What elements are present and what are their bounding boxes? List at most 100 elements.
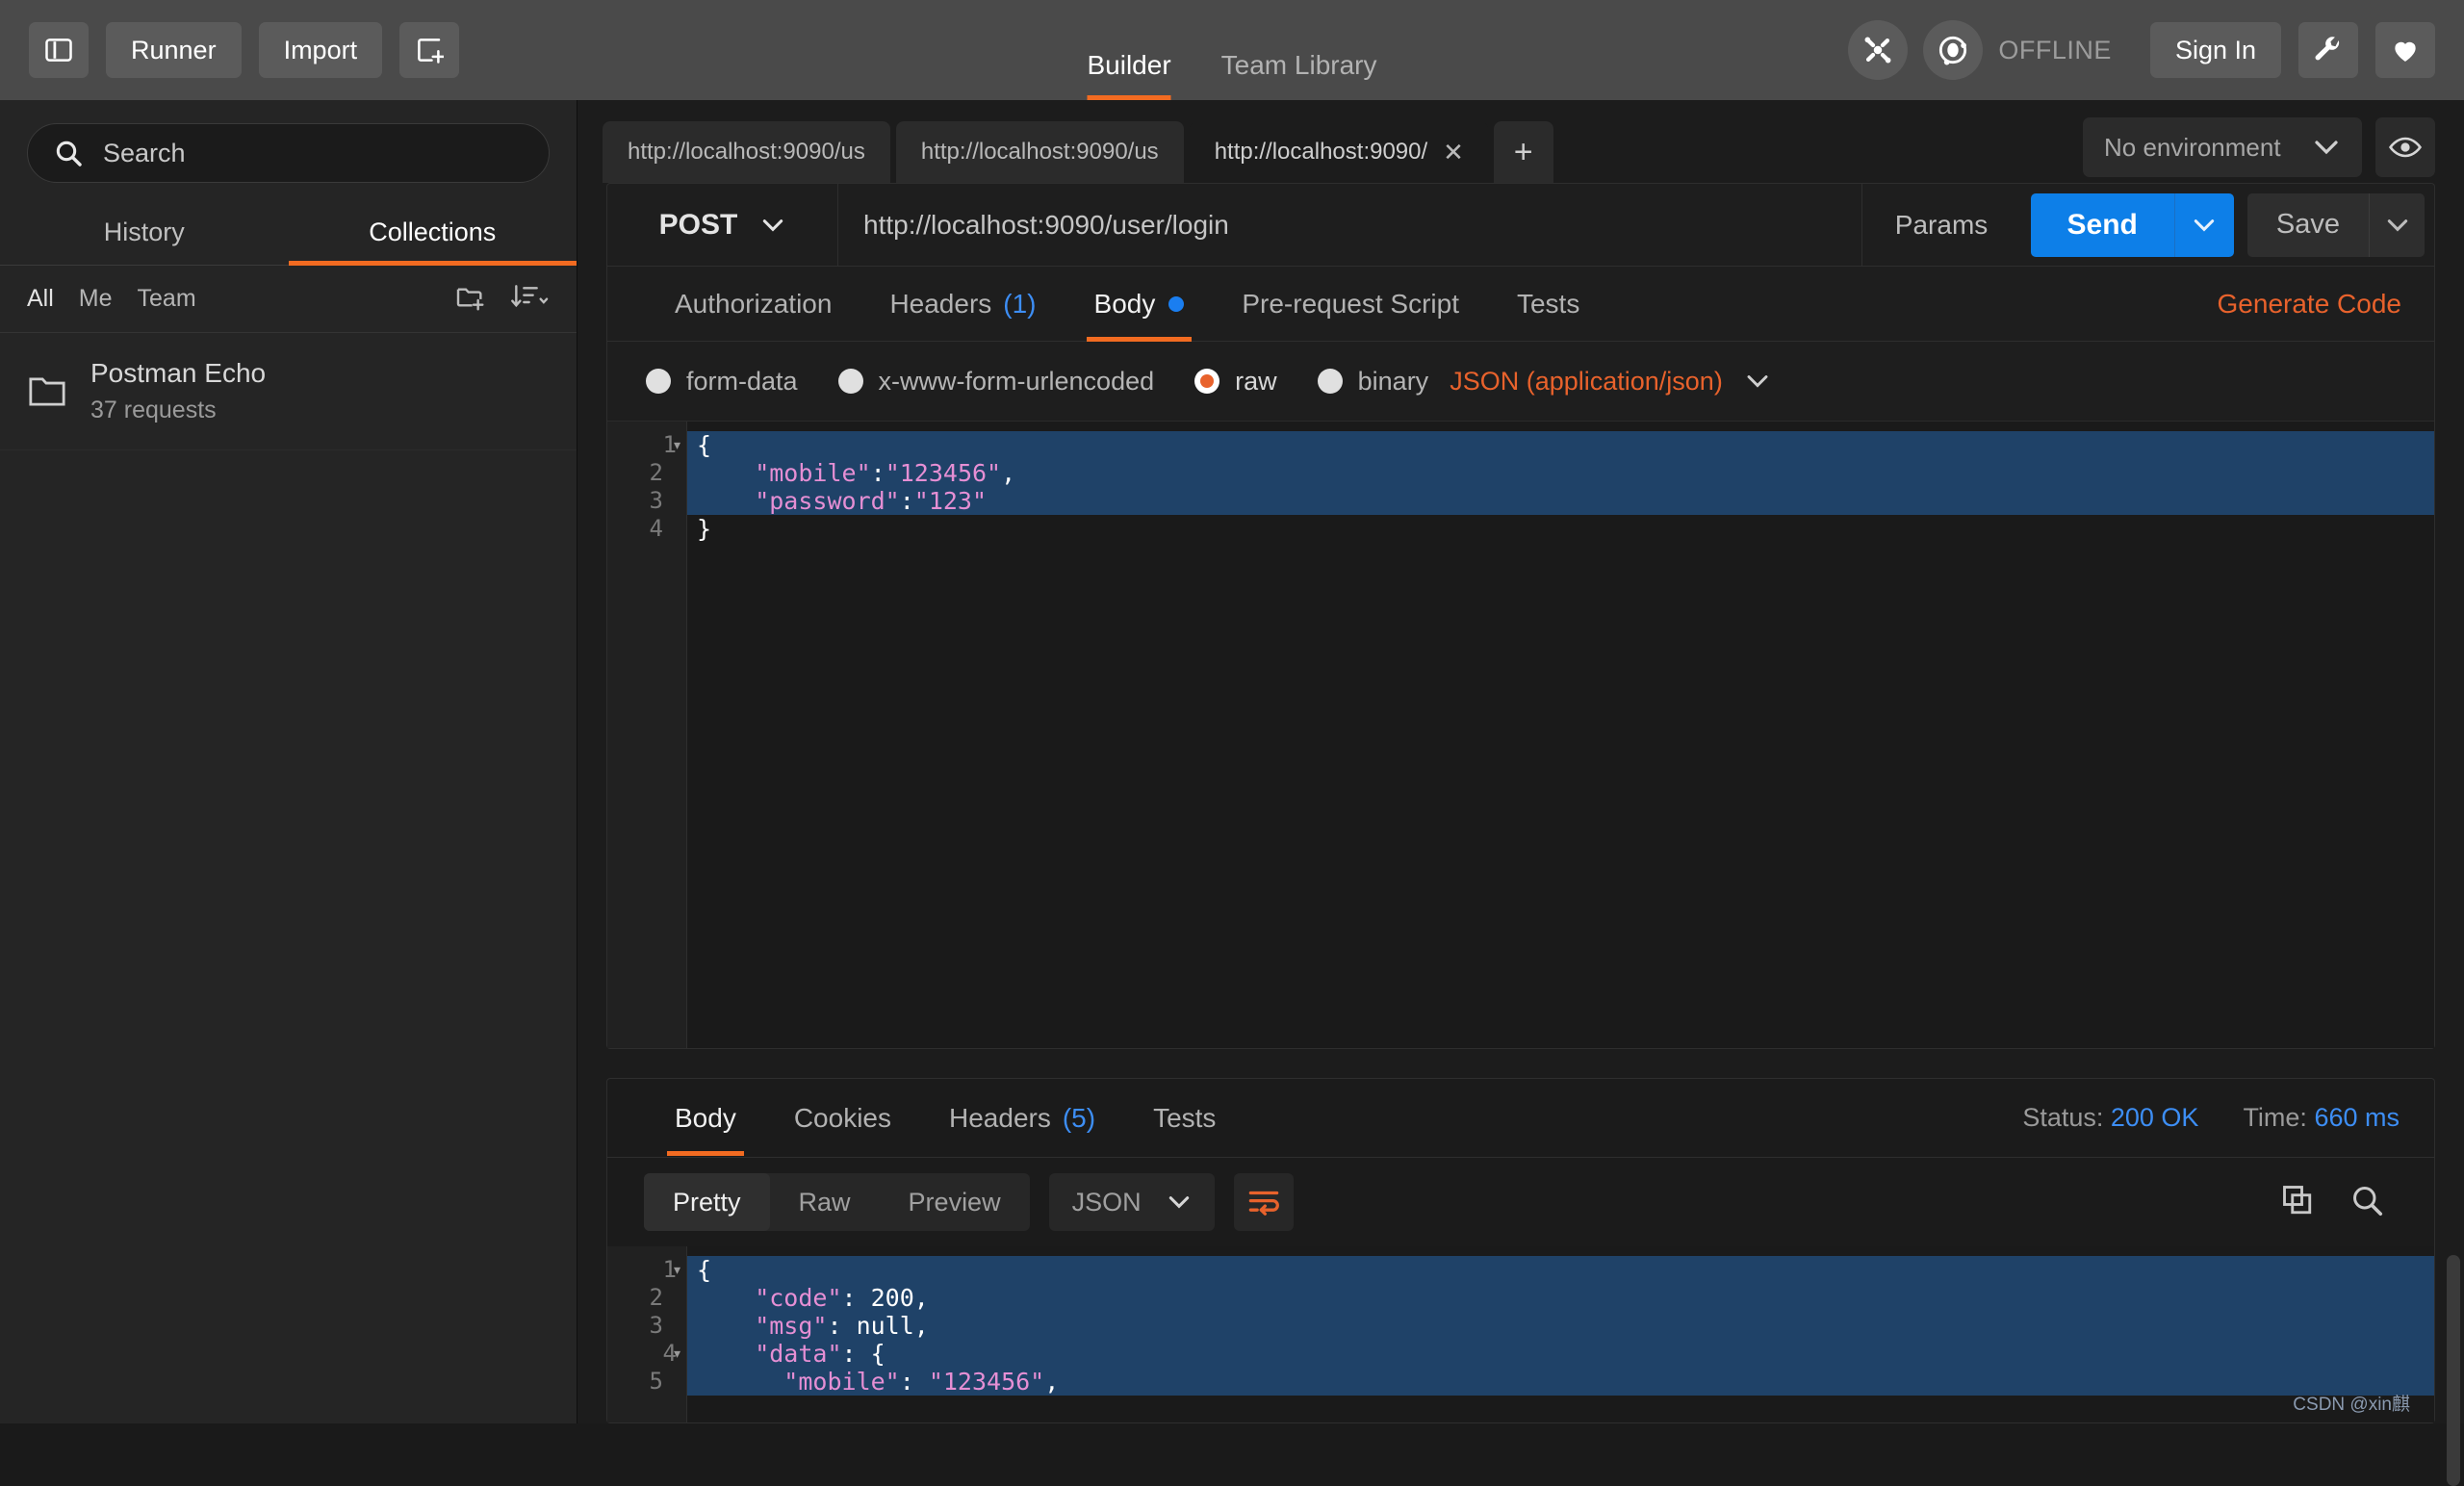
body-type-binary[interactable]: binary	[1318, 367, 1429, 397]
view-mode-raw[interactable]: Raw	[770, 1173, 880, 1231]
radio-icon	[1318, 369, 1343, 394]
nav-team-library[interactable]: Team Library	[1221, 50, 1377, 100]
view-mode-raw-label: Raw	[799, 1188, 851, 1217]
request-code-area[interactable]: { "mobile":"123456", "password":"123" }	[686, 422, 2434, 1048]
body-type-binary-label: binary	[1358, 367, 1429, 397]
sidebar-tab-collections[interactable]: Collections	[289, 198, 578, 265]
runner-button[interactable]: Runner	[106, 22, 242, 78]
tab-authorization[interactable]: Authorization	[646, 267, 860, 342]
word-wrap-button[interactable]	[1234, 1173, 1294, 1231]
new-folder-button[interactable]	[453, 281, 486, 317]
response-body-editor[interactable]: 1 ▾ 2 3 4 ▾ 5 { "code": 200, "msg": null…	[607, 1246, 2434, 1422]
url-row: POST http://localhost:9090/user/login Pa…	[607, 184, 2434, 267]
sidebar-tab-history[interactable]: History	[0, 198, 289, 265]
save-options-button[interactable]	[2369, 193, 2425, 257]
view-mode-pretty[interactable]: Pretty	[644, 1173, 770, 1231]
line-number: 3	[607, 1312, 686, 1340]
response-tab-headers-count: (5)	[1063, 1103, 1095, 1134]
send-button[interactable]: Send	[2031, 193, 2174, 257]
send-options-button[interactable]	[2174, 193, 2234, 257]
sign-in-button[interactable]: Sign In	[2150, 22, 2281, 78]
tab-pre-request-script-label: Pre-request Script	[1242, 289, 1459, 320]
status-badge: Status: 200 OK	[2022, 1103, 2198, 1133]
body-type-form-data[interactable]: form-data	[646, 367, 798, 397]
response-tab-tests[interactable]: Tests	[1124, 1081, 1245, 1156]
sort-descending-icon	[511, 281, 550, 312]
environment-quick-look-button[interactable]	[2375, 117, 2435, 177]
body-type-urlencoded[interactable]: x-www-form-urlencoded	[838, 367, 1155, 397]
folder-icon	[27, 374, 67, 409]
response-tab-headers[interactable]: Headers (5)	[920, 1081, 1124, 1156]
filter-me[interactable]: Me	[79, 285, 113, 313]
filter-all[interactable]: All	[27, 285, 54, 313]
view-mode-pretty-label: Pretty	[673, 1188, 741, 1217]
url-input[interactable]: http://localhost:9090/user/login	[838, 184, 1861, 266]
sync-button[interactable]	[1848, 20, 1908, 80]
tab-tests[interactable]: Tests	[1488, 267, 1608, 342]
search-icon	[2349, 1183, 2384, 1217]
response-tab-cookies[interactable]: Cookies	[765, 1081, 920, 1156]
time-value: 660 ms	[2314, 1103, 2400, 1132]
chevron-down-icon	[1167, 1193, 1192, 1211]
panel-toggle-icon	[44, 36, 73, 64]
request-tab-2[interactable]: http://localhost:9090/us	[896, 121, 1184, 183]
main-content: http://localhost:9090/us http://localhos…	[578, 100, 2464, 1423]
nav-builder[interactable]: Builder	[1087, 50, 1170, 100]
fold-icon[interactable]: ▾	[672, 431, 682, 459]
offline-status-label: OFFLINE	[1998, 36, 2112, 65]
header-right-group: OFFLINE Sign In	[1848, 20, 2435, 80]
request-tab-1-label: http://localhost:9090/us	[628, 139, 865, 166]
code-line: "mobile":"123456",	[687, 459, 2434, 487]
radio-selected-icon	[1194, 369, 1219, 394]
fold-icon[interactable]: ▾	[672, 1256, 682, 1284]
copy-button[interactable]	[2280, 1183, 2315, 1222]
http-method-select[interactable]: POST	[607, 184, 838, 266]
search-input[interactable]: Search	[27, 123, 550, 183]
chevron-down-icon	[2192, 217, 2217, 234]
line-number: 1 ▾	[607, 431, 686, 459]
response-format-select[interactable]: JSON	[1049, 1173, 1215, 1231]
generate-code-link[interactable]: Generate Code	[2218, 289, 2401, 320]
view-mode-preview-label: Preview	[909, 1188, 1001, 1217]
request-body-editor[interactable]: 1 ▾ 2 3 4 { "mobile":"123456", "password…	[607, 421, 2434, 1048]
line-number: 1 ▾	[607, 1256, 686, 1284]
environment-select[interactable]: No environment	[2083, 117, 2362, 177]
list-item[interactable]: Postman Echo 37 requests	[0, 333, 577, 450]
toggle-sidebar-button[interactable]	[29, 22, 89, 78]
tab-body[interactable]: Body	[1065, 267, 1214, 342]
time-label: Time:	[2243, 1103, 2307, 1132]
response-view-mode-group: Pretty Raw Preview	[644, 1173, 1030, 1231]
code-line: "mobile": "123456",	[687, 1368, 2434, 1396]
response-tab-body-label: Body	[675, 1103, 736, 1134]
filter-team[interactable]: Team	[138, 285, 196, 313]
settings-wrench-button[interactable]	[2298, 22, 2358, 78]
save-button[interactable]: Save	[2247, 193, 2369, 257]
runner-label: Runner	[131, 36, 217, 65]
request-tab-2-label: http://localhost:9090/us	[921, 139, 1159, 166]
line-number: 4	[607, 515, 686, 543]
view-mode-preview[interactable]: Preview	[880, 1173, 1030, 1231]
scrollbar-thumb[interactable]	[2447, 1255, 2460, 1486]
import-button[interactable]: Import	[259, 22, 383, 78]
body-type-raw[interactable]: raw	[1194, 367, 1277, 397]
tab-headers[interactable]: Headers (1)	[860, 267, 1065, 342]
status-label: Status:	[2022, 1103, 2103, 1132]
close-icon[interactable]: ✕	[1443, 138, 1464, 167]
sort-button[interactable]	[511, 281, 550, 317]
request-tab-1[interactable]: http://localhost:9090/us	[603, 121, 890, 183]
new-tab-button[interactable]	[399, 22, 459, 78]
favorites-heart-button[interactable]	[2375, 22, 2435, 78]
params-button[interactable]: Params	[1861, 184, 2021, 266]
response-tab-body[interactable]: Body	[646, 1081, 765, 1156]
add-request-tab-button[interactable]: +	[1494, 121, 1553, 183]
code-line: "msg": null,	[687, 1312, 2434, 1340]
status-orbit-button[interactable]	[1923, 20, 1983, 80]
main-scrollbar[interactable]	[2443, 100, 2464, 1423]
tab-pre-request-script[interactable]: Pre-request Script	[1213, 267, 1488, 342]
search-response-button[interactable]	[2349, 1183, 2384, 1222]
response-code-area[interactable]: { "code": 200, "msg": null, "data": { "m…	[686, 1246, 2434, 1422]
fold-icon[interactable]: ▾	[672, 1340, 682, 1368]
content-type-select[interactable]: JSON (application/json)	[1450, 367, 1771, 397]
request-tab-3[interactable]: http://localhost:9090/ ✕	[1190, 121, 1488, 183]
wrench-icon	[2313, 35, 2344, 65]
